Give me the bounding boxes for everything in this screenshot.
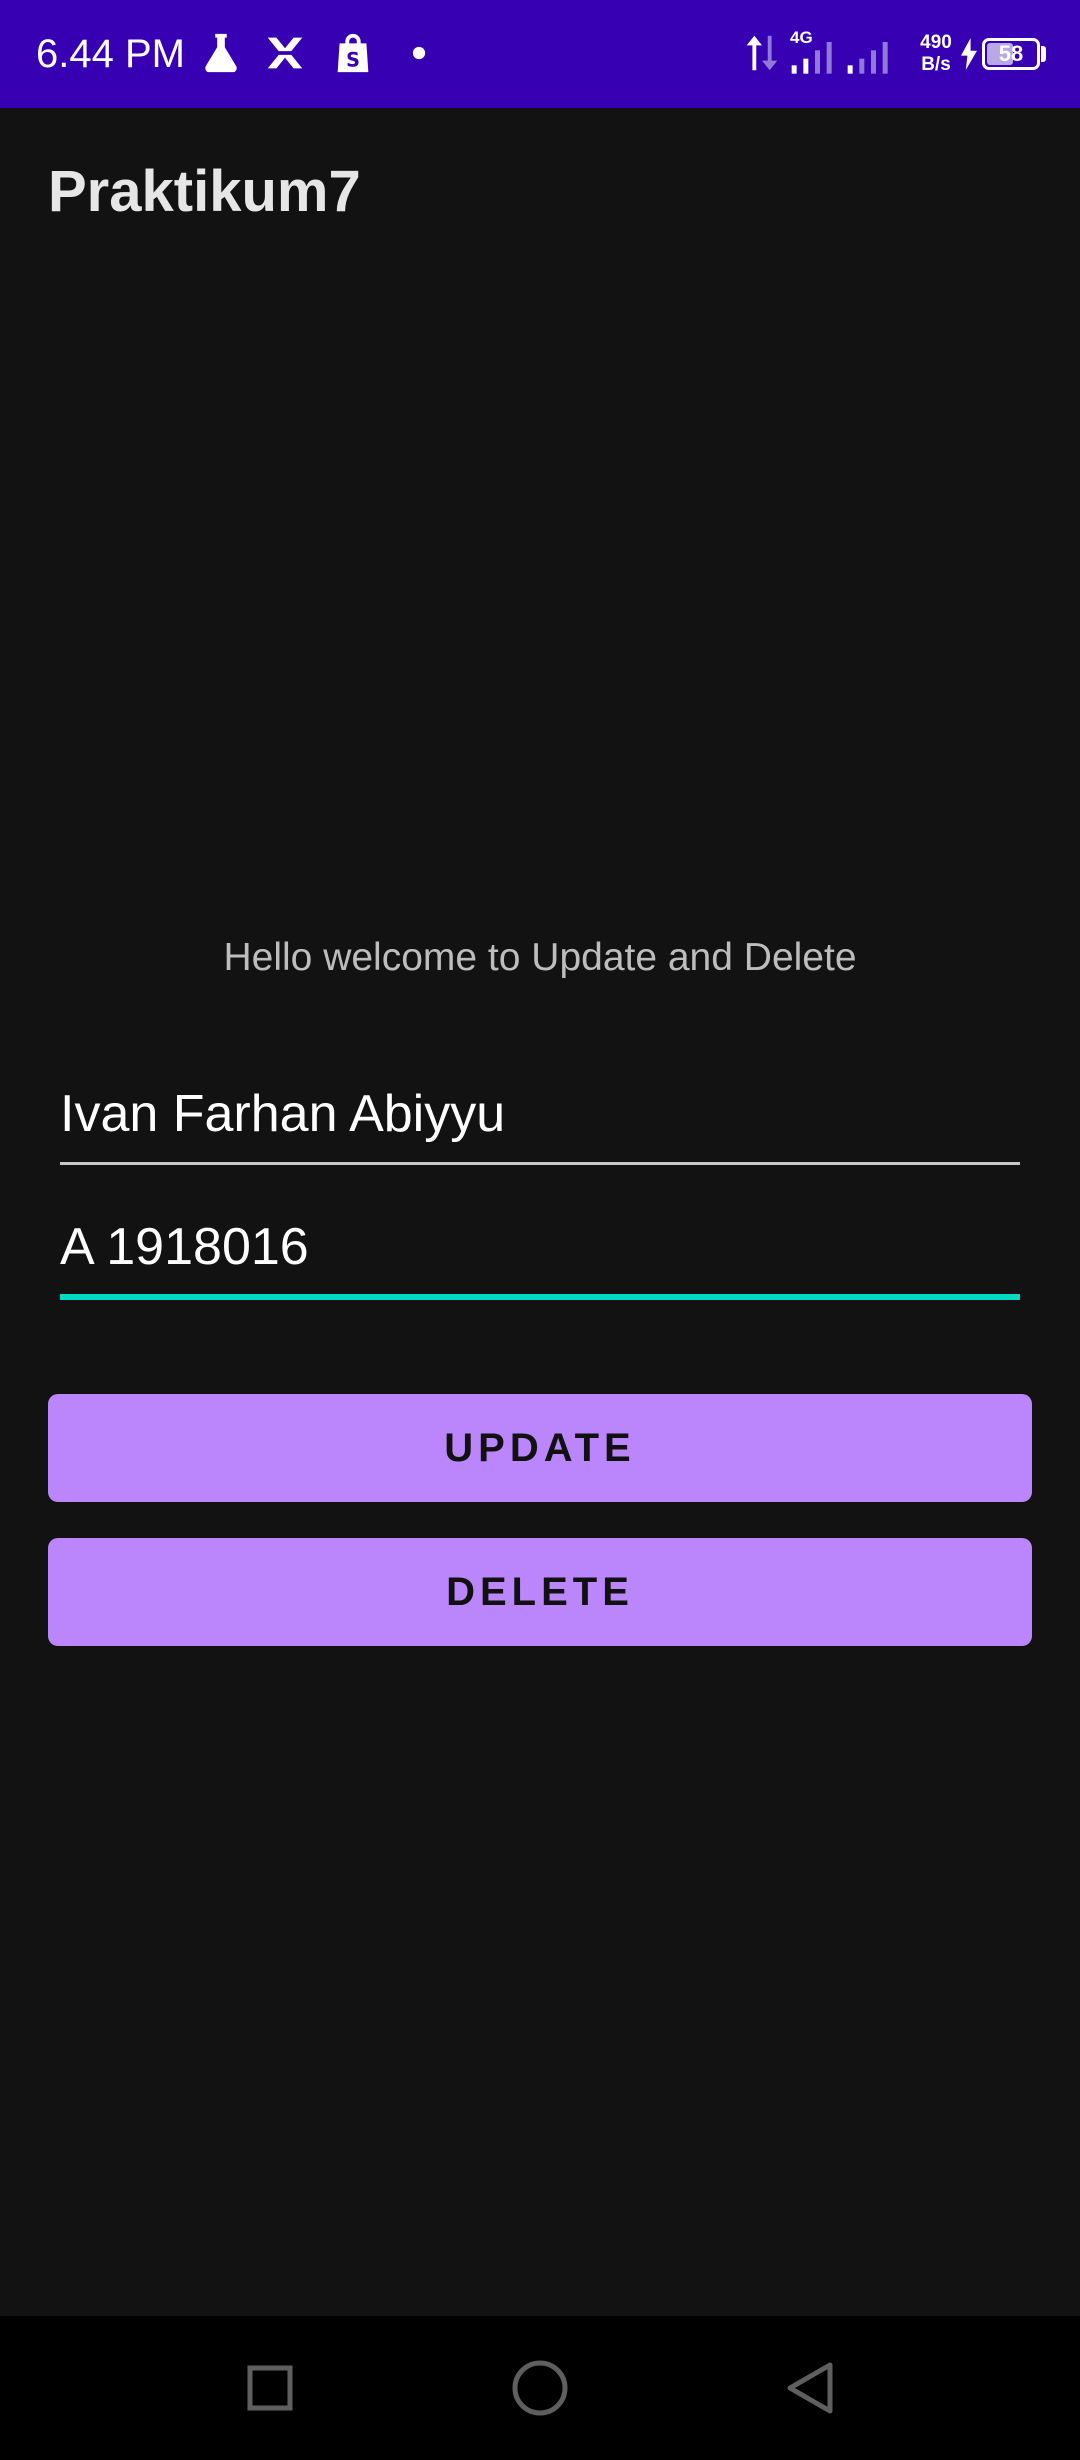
data-arrows-icon: [746, 35, 778, 71]
x-app-icon: [267, 37, 303, 69]
back-button[interactable]: [760, 2338, 860, 2438]
recents-button[interactable]: [220, 2338, 320, 2438]
status-bar: 6.44 PM S 4G 490 B/s 58: [0, 0, 1080, 108]
home-circle-icon: [512, 2360, 568, 2416]
recents-square-icon: [247, 2365, 293, 2411]
home-button[interactable]: [490, 2338, 590, 2438]
app-title: Praktikum7: [48, 159, 361, 224]
dot-icon: [412, 46, 426, 60]
charging-icon: [961, 38, 977, 70]
name-input[interactable]: [60, 1065, 1020, 1165]
welcome-text: Hello welcome to Update and Delete: [223, 936, 857, 979]
signal-icon: [791, 42, 832, 74]
svg-text:S: S: [346, 48, 360, 71]
nim-input[interactable]: [60, 1200, 1020, 1300]
screen: 6.44 PM S 4G 490 B/s 58 Praktikum7 Hello…: [0, 0, 1080, 2460]
shopping-bag-icon: S: [337, 33, 369, 73]
flask-icon: [205, 33, 237, 73]
update-button[interactable]: UPDATE: [48, 1394, 1032, 1502]
back-triangle-icon: [787, 2362, 833, 2414]
signal-icon: [847, 42, 888, 74]
battery-level: 58: [998, 41, 1024, 66]
battery-tip: [1041, 46, 1046, 62]
navigation-bar: [0, 2316, 1080, 2460]
delete-button[interactable]: DELETE: [48, 1538, 1032, 1646]
status-time: 6.44 PM: [36, 32, 185, 76]
battery-icon: 58: [982, 38, 1040, 70]
